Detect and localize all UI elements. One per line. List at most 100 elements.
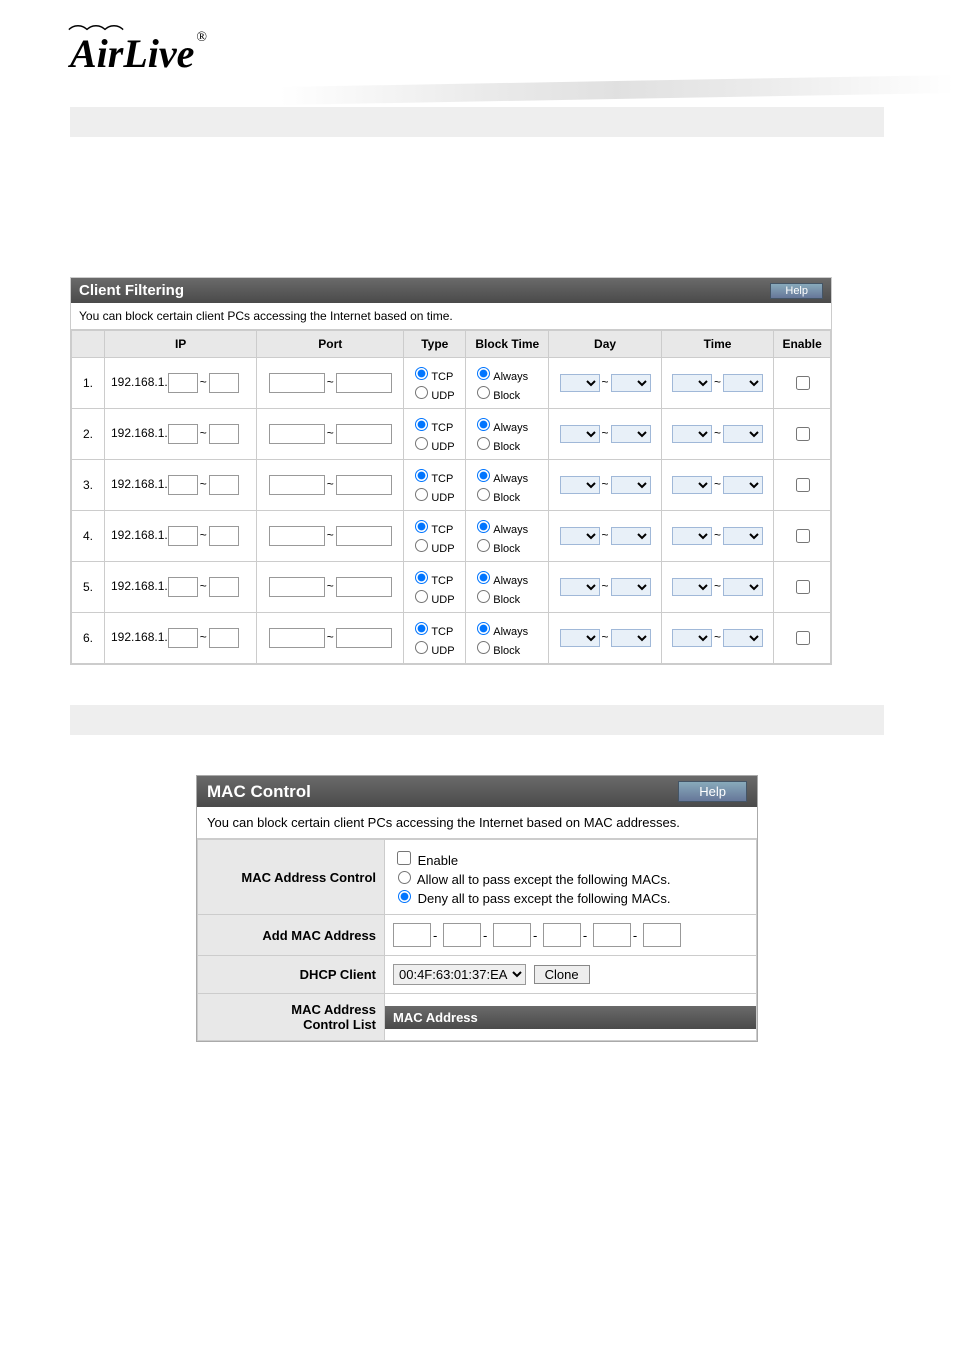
deny-radio-row[interactable]: Deny all to pass except the following MA… bbox=[393, 891, 671, 906]
enable-checkbox[interactable] bbox=[796, 427, 810, 441]
time-from-select[interactable] bbox=[672, 527, 712, 545]
block-radio[interactable]: Block bbox=[472, 638, 542, 657]
time-to-select[interactable] bbox=[723, 527, 763, 545]
mac-octet-input[interactable] bbox=[493, 923, 531, 947]
udp-radio[interactable]: UDP bbox=[410, 638, 459, 657]
ip-to-input[interactable] bbox=[209, 475, 239, 495]
mac-octet-input[interactable] bbox=[643, 923, 681, 947]
time-to-select[interactable] bbox=[723, 629, 763, 647]
enable-checkbox[interactable] bbox=[796, 529, 810, 543]
block-radio[interactable]: Block bbox=[472, 587, 542, 606]
ip-from-input[interactable] bbox=[168, 526, 198, 546]
day-to-select[interactable] bbox=[611, 425, 651, 443]
tcp-radio[interactable]: TCP bbox=[410, 415, 459, 434]
udp-radio[interactable]: UDP bbox=[410, 536, 459, 555]
day-to-select[interactable] bbox=[611, 476, 651, 494]
time-from-select[interactable] bbox=[672, 629, 712, 647]
dhcp-client-label: DHCP Client bbox=[198, 956, 385, 994]
block-radio[interactable]: Block bbox=[472, 383, 542, 402]
time-to-select[interactable] bbox=[723, 578, 763, 596]
dhcp-client-select[interactable]: 00:4F:63:01:37:EA bbox=[393, 964, 526, 985]
ip-from-input[interactable] bbox=[168, 628, 198, 648]
ip-to-input[interactable] bbox=[209, 577, 239, 597]
always-radio[interactable]: Always bbox=[472, 619, 542, 638]
mac-octet-input[interactable] bbox=[393, 923, 431, 947]
ip-from-input[interactable] bbox=[168, 475, 198, 495]
enable-checkbox[interactable] bbox=[796, 478, 810, 492]
day-from-select[interactable] bbox=[560, 527, 600, 545]
time-from-select[interactable] bbox=[672, 476, 712, 494]
client-filtering-panel: Client Filtering Help You can block cert… bbox=[70, 277, 832, 665]
ip-from-input[interactable] bbox=[168, 373, 198, 393]
day-from-select[interactable] bbox=[560, 476, 600, 494]
port-from-input[interactable] bbox=[269, 373, 325, 393]
tcp-radio[interactable]: TCP bbox=[410, 619, 459, 638]
port-to-input[interactable] bbox=[336, 424, 392, 444]
enable-checkbox[interactable] bbox=[796, 631, 810, 645]
allow-radio-row[interactable]: Allow all to pass except the following M… bbox=[393, 872, 671, 887]
day-to-select[interactable] bbox=[611, 374, 651, 392]
port-to-input[interactable] bbox=[336, 628, 392, 648]
always-radio[interactable]: Always bbox=[472, 364, 542, 383]
port-to-input[interactable] bbox=[336, 373, 392, 393]
mac-octet-input[interactable] bbox=[593, 923, 631, 947]
ip-to-input[interactable] bbox=[209, 424, 239, 444]
help-button[interactable]: Help bbox=[678, 781, 747, 802]
time-to-select[interactable] bbox=[723, 425, 763, 443]
day-from-select[interactable] bbox=[560, 578, 600, 596]
ip-from-input[interactable] bbox=[168, 577, 198, 597]
always-radio[interactable]: Always bbox=[472, 466, 542, 485]
time-from-select[interactable] bbox=[672, 374, 712, 392]
tcp-radio[interactable]: TCP bbox=[410, 568, 459, 587]
port-from-input[interactable] bbox=[269, 424, 325, 444]
tcp-radio[interactable]: TCP bbox=[410, 364, 459, 383]
mac-address-control-label: MAC Address Control bbox=[198, 840, 385, 915]
time-from-select[interactable] bbox=[672, 578, 712, 596]
block-radio[interactable]: Block bbox=[472, 485, 542, 504]
always-radio[interactable]: Always bbox=[472, 415, 542, 434]
block-radio[interactable]: Block bbox=[472, 536, 542, 555]
ip-to-input[interactable] bbox=[209, 628, 239, 648]
day-to-select[interactable] bbox=[611, 527, 651, 545]
day-to-select[interactable] bbox=[611, 578, 651, 596]
always-radio[interactable]: Always bbox=[472, 517, 542, 536]
time-to-select[interactable] bbox=[723, 476, 763, 494]
block-radio[interactable]: Block bbox=[472, 434, 542, 453]
port-to-input[interactable] bbox=[336, 577, 392, 597]
time-to-select[interactable] bbox=[723, 374, 763, 392]
brand-logo: ⌒⌒⌒ AirLive® bbox=[70, 31, 207, 76]
col-day: Day bbox=[549, 331, 662, 358]
filter-row: 4.192.168.1.~~TCPUDPAlwaysBlock~~ bbox=[72, 511, 831, 562]
ip-to-input[interactable] bbox=[209, 526, 239, 546]
help-button[interactable]: Help bbox=[770, 283, 823, 299]
port-from-input[interactable] bbox=[269, 628, 325, 648]
col-port: Port bbox=[257, 331, 404, 358]
tcp-radio[interactable]: TCP bbox=[410, 517, 459, 536]
day-from-select[interactable] bbox=[560, 629, 600, 647]
enable-checkbox[interactable] bbox=[796, 580, 810, 594]
port-from-input[interactable] bbox=[269, 475, 325, 495]
day-to-select[interactable] bbox=[611, 629, 651, 647]
enable-checkbox[interactable] bbox=[796, 376, 810, 390]
port-to-input[interactable] bbox=[336, 475, 392, 495]
always-radio[interactable]: Always bbox=[472, 568, 542, 587]
add-mac-fields: - - - - - bbox=[385, 915, 757, 956]
port-from-input[interactable] bbox=[269, 526, 325, 546]
time-from-select[interactable] bbox=[672, 425, 712, 443]
port-to-input[interactable] bbox=[336, 526, 392, 546]
udp-radio[interactable]: UDP bbox=[410, 434, 459, 453]
ip-from-input[interactable] bbox=[168, 424, 198, 444]
udp-radio[interactable]: UDP bbox=[410, 485, 459, 504]
filter-row: 3.192.168.1.~~TCPUDPAlwaysBlock~~ bbox=[72, 460, 831, 511]
udp-radio[interactable]: UDP bbox=[410, 587, 459, 606]
udp-radio[interactable]: UDP bbox=[410, 383, 459, 402]
port-from-input[interactable] bbox=[269, 577, 325, 597]
day-from-select[interactable] bbox=[560, 425, 600, 443]
mac-octet-input[interactable] bbox=[443, 923, 481, 947]
ip-to-input[interactable] bbox=[209, 373, 239, 393]
clone-button[interactable]: Clone bbox=[534, 965, 590, 984]
mac-octet-input[interactable] bbox=[543, 923, 581, 947]
day-from-select[interactable] bbox=[560, 374, 600, 392]
enable-checkbox-row[interactable]: Enable bbox=[393, 853, 458, 868]
tcp-radio[interactable]: TCP bbox=[410, 466, 459, 485]
